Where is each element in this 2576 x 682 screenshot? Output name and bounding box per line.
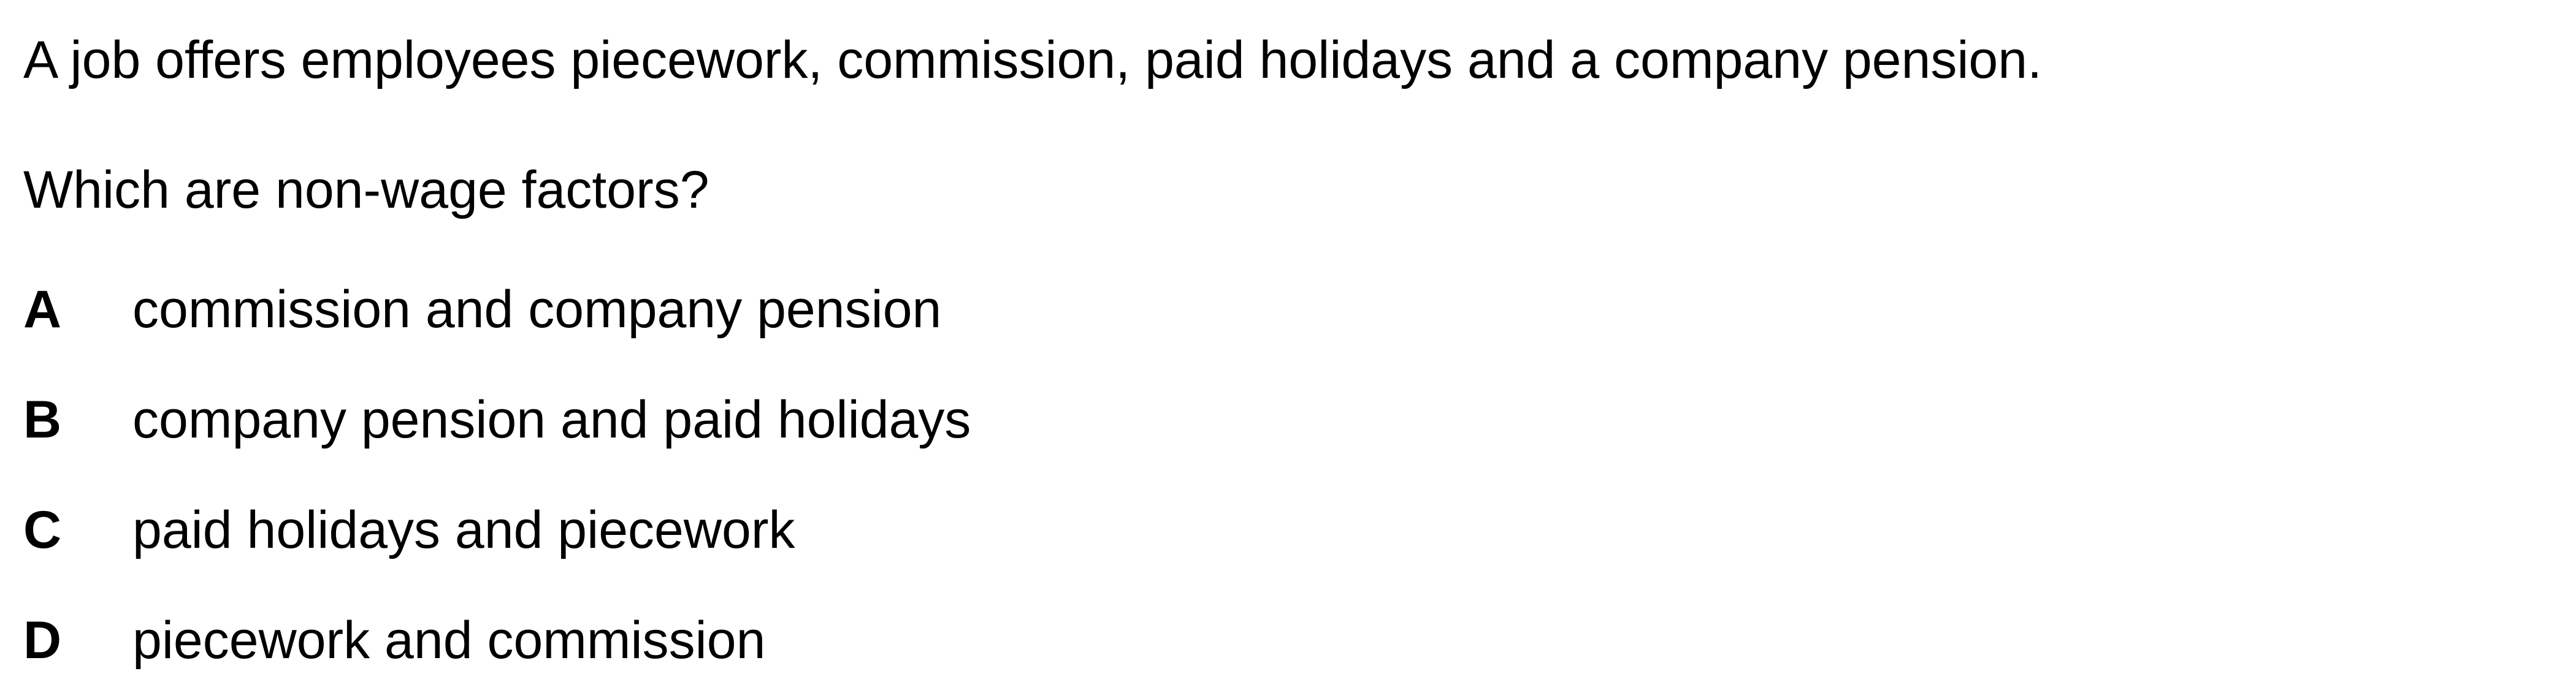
option-text: company pension and paid holidays [132,390,971,449]
option-letter: C [23,501,62,559]
option-letter: D [23,611,62,670]
option-text: commission and company pension [132,280,942,339]
option-letter: A [23,280,62,339]
option-letter: B [23,390,62,449]
question-stem: A job offers employees piecework, commis… [23,31,2043,89]
question-prompt: Which are non-wage factors? [23,161,709,219]
option-text: paid holidays and piecework [132,501,795,559]
option-text: piecework and commission [132,611,766,670]
